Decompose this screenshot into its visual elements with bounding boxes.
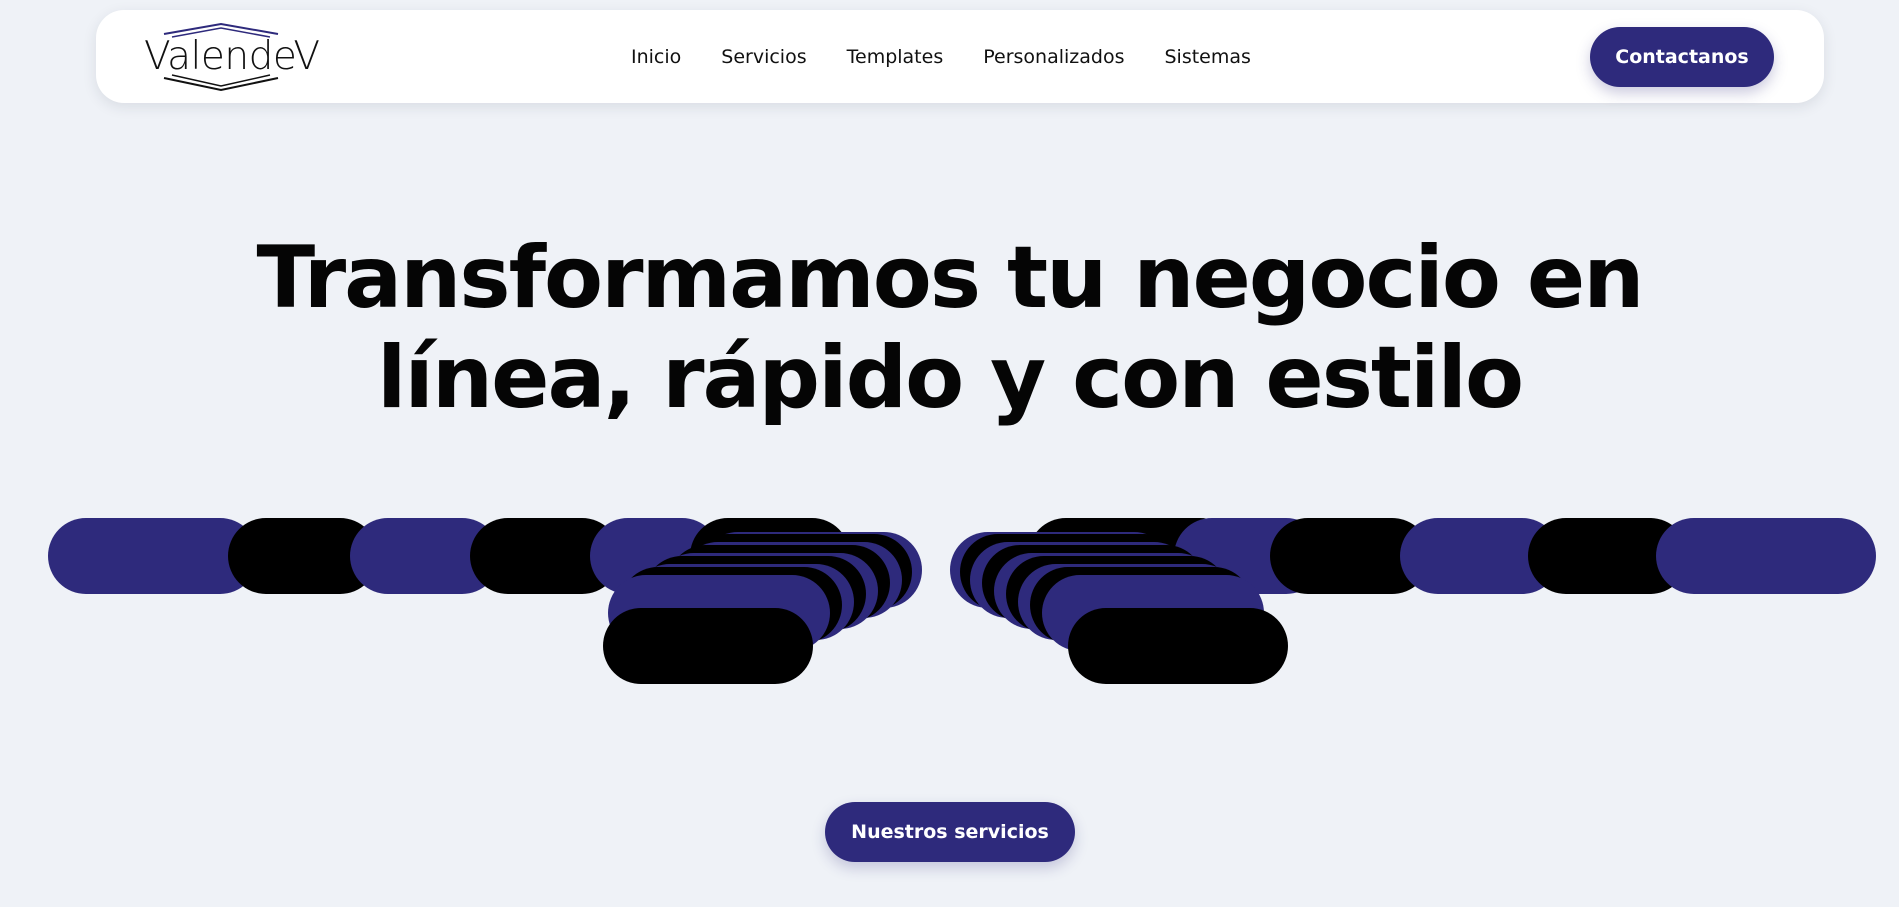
nav-link-personalizados[interactable]: Personalizados [983, 46, 1124, 68]
pill-right-6 [1656, 518, 1876, 594]
hero-pill-illustration [48, 518, 1876, 684]
hero-headline-line-2: línea, rápido y con estilo [376, 328, 1524, 428]
nav-link-inicio[interactable]: Inicio [631, 46, 681, 68]
contact-button[interactable]: Contactanos [1590, 27, 1774, 87]
brand-name: ValendeV [144, 34, 320, 79]
pill-left-fan-10 [603, 608, 813, 684]
top-navbar: ValendeV Inicio Servicios Templates Pers… [96, 10, 1824, 103]
hero-headline: Transformamos tu negocio en línea, rápid… [0, 228, 1899, 428]
nav-link-templates[interactable]: Templates [847, 46, 944, 68]
nav-link-servicios[interactable]: Servicios [721, 46, 806, 68]
pill-left-1 [48, 518, 258, 594]
nav-links: Inicio Servicios Templates Personalizado… [631, 10, 1251, 103]
brand-logo[interactable]: ValendeV [144, 22, 320, 92]
pill-right-fan-10 [1068, 608, 1288, 684]
nav-link-sistemas[interactable]: Sistemas [1164, 46, 1250, 68]
hero-headline-line-1: Transformamos tu negocio en [256, 228, 1645, 328]
services-button[interactable]: Nuestros servicios [825, 802, 1075, 862]
